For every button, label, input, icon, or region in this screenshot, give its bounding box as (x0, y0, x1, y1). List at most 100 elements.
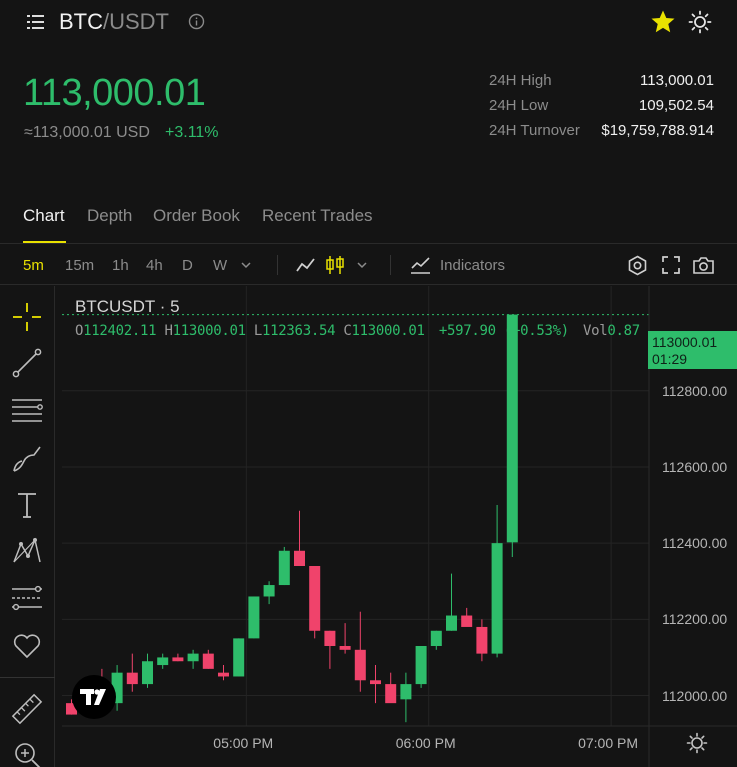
chart-symbol-title: BTCUSDT · 5 (75, 297, 180, 316)
price-axis-label: 112800.00 (662, 382, 728, 399)
fullscreen-icon[interactable] (661, 255, 681, 275)
candle-bearish[interactable] (172, 657, 184, 662)
low-label: L (253, 323, 263, 339)
brush-icon[interactable] (10, 441, 44, 475)
timeframe-15m[interactable]: 15m (65, 257, 94, 274)
candle-bearish[interactable] (385, 684, 397, 704)
candle-bullish[interactable] (263, 585, 275, 597)
change-value: +597.90 (+0.53%) (438, 323, 569, 339)
stat-label: 24H Turnover (489, 122, 580, 139)
candle-bearish[interactable] (476, 626, 488, 654)
candle-bearish[interactable] (309, 566, 321, 631)
candle-bullish[interactable] (233, 638, 245, 677)
time-axis-label: 06:00 PM (395, 735, 456, 751)
candle-bullish[interactable] (430, 630, 442, 646)
timeframe-chevron-down-icon[interactable] (240, 260, 252, 270)
candle-bearish[interactable] (202, 653, 214, 669)
candlestick-chart-icon[interactable] (324, 254, 346, 276)
timeframe-1h[interactable]: 1h (112, 257, 129, 274)
toolbar-divider (277, 255, 278, 275)
theme-sun-icon[interactable] (688, 10, 712, 34)
time-axis-label: 05:00 PM (213, 735, 274, 751)
fibonacci-icon[interactable] (10, 582, 44, 616)
open-value: 112402.11 (83, 323, 157, 339)
ohlc-legend: O112402.11 H113000.01 L112363.54 C113000… (75, 323, 640, 339)
timeframe-5m[interactable]: 5m (23, 257, 44, 274)
candle-bullish[interactable] (157, 657, 169, 666)
candle-bullish[interactable] (400, 684, 412, 700)
stat-label: 24H Low (489, 97, 549, 114)
trend-line-icon[interactable] (10, 346, 44, 380)
volume-label: Vol (583, 323, 608, 339)
timeframe-w[interactable]: W (213, 257, 227, 274)
active-tab-indicator (23, 241, 66, 243)
chart-type-chevron-down-icon[interactable] (356, 260, 368, 270)
low-value: 112363.54 (262, 323, 336, 339)
price-axis-label: 112000.00 (662, 687, 728, 704)
stat-value: 113,000.01 (640, 72, 714, 89)
favorite-star-icon[interactable] (650, 9, 676, 35)
candle-bullish[interactable] (446, 615, 457, 631)
candle-bearish[interactable] (370, 680, 381, 685)
top-bar: BTC/USDT (0, 0, 737, 44)
candle-bearish[interactable] (126, 672, 138, 685)
candle-bullish[interactable] (278, 550, 290, 586)
candle-bearish[interactable] (324, 630, 336, 646)
timeframe-d[interactable]: D (182, 257, 193, 274)
candle-bearish[interactable] (354, 649, 366, 681)
favorites-heart-icon[interactable] (10, 628, 44, 662)
toolbar-divider (0, 677, 55, 678)
tab-depth[interactable]: Depth (87, 206, 132, 226)
24h-stats: 24H High 113,000.01 24H Low 109,502.54 2… (489, 72, 714, 147)
timeframe-4h[interactable]: 4h (146, 257, 163, 274)
stat-value: $19,759,788.914 (601, 122, 714, 139)
candle-bullish[interactable] (142, 661, 153, 685)
tab-recent-trades[interactable]: Recent Trades (262, 206, 373, 226)
stat-24h-high: 24H High 113,000.01 (489, 72, 714, 97)
pair-base: BTC (59, 9, 103, 34)
candlestick-chart[interactable] (62, 286, 737, 767)
candle-bullish[interactable] (491, 543, 503, 654)
indicators-button[interactable]: Indicators (440, 257, 505, 274)
candle-bearish[interactable] (218, 672, 229, 677)
open-label: O (75, 323, 84, 339)
line-chart-icon[interactable] (295, 255, 317, 275)
candle-countdown: 01:29 (652, 351, 688, 367)
chart-toolbar: 5m 15m 1h 4h D W Indicators (0, 245, 737, 285)
crosshair-icon[interactable] (10, 300, 44, 334)
axis-settings-gear-icon[interactable] (686, 732, 708, 754)
text-tool-icon[interactable] (10, 488, 44, 522)
close-label: C (343, 323, 352, 339)
tradingview-logo-icon[interactable] (72, 675, 116, 719)
chart-settings-icon[interactable] (627, 255, 648, 276)
candle-bullish[interactable] (248, 596, 260, 639)
tab-chart[interactable]: Chart (23, 206, 65, 226)
camera-snapshot-icon[interactable] (692, 255, 715, 275)
zoom-in-icon[interactable] (10, 738, 44, 767)
candle-bearish[interactable] (461, 615, 473, 627)
last-price-tag: 113000.01 01:29 (648, 331, 737, 369)
indicators-icon[interactable] (410, 255, 431, 275)
trading-pair[interactable]: BTC/USDT (59, 9, 169, 35)
tab-order-book[interactable]: Order Book (153, 206, 240, 226)
toolbar-divider (390, 255, 391, 275)
candle-bullish[interactable] (187, 653, 199, 662)
last-price: 113,000.01 (23, 72, 206, 114)
ruler-icon[interactable] (10, 692, 44, 726)
usd-equivalent: ≈113,000.01 USD (24, 124, 150, 141)
horizontal-lines-icon[interactable] (10, 393, 44, 427)
price-axis-label: 112200.00 (662, 611, 728, 628)
price-axis-label: 112600.00 (662, 458, 728, 475)
candle-bullish[interactable] (506, 314, 518, 543)
candle-bullish[interactable] (415, 646, 427, 685)
info-icon[interactable] (188, 13, 205, 30)
view-tabs: Chart Depth Order Book Recent Trades (0, 198, 737, 244)
menu-icon[interactable] (26, 13, 46, 31)
candle-bearish[interactable] (339, 646, 351, 650)
pattern-tool-icon[interactable] (10, 534, 44, 568)
price-chart[interactable]: BTCUSDT · 5 O112402.11 H113000.01 L11236… (62, 286, 737, 767)
stat-label: 24H High (489, 72, 552, 89)
stat-24h-turnover: 24H Turnover $19,759,788.914 (489, 122, 714, 147)
candle-bearish[interactable] (294, 550, 305, 566)
high-value: 113000.01 (172, 323, 246, 339)
